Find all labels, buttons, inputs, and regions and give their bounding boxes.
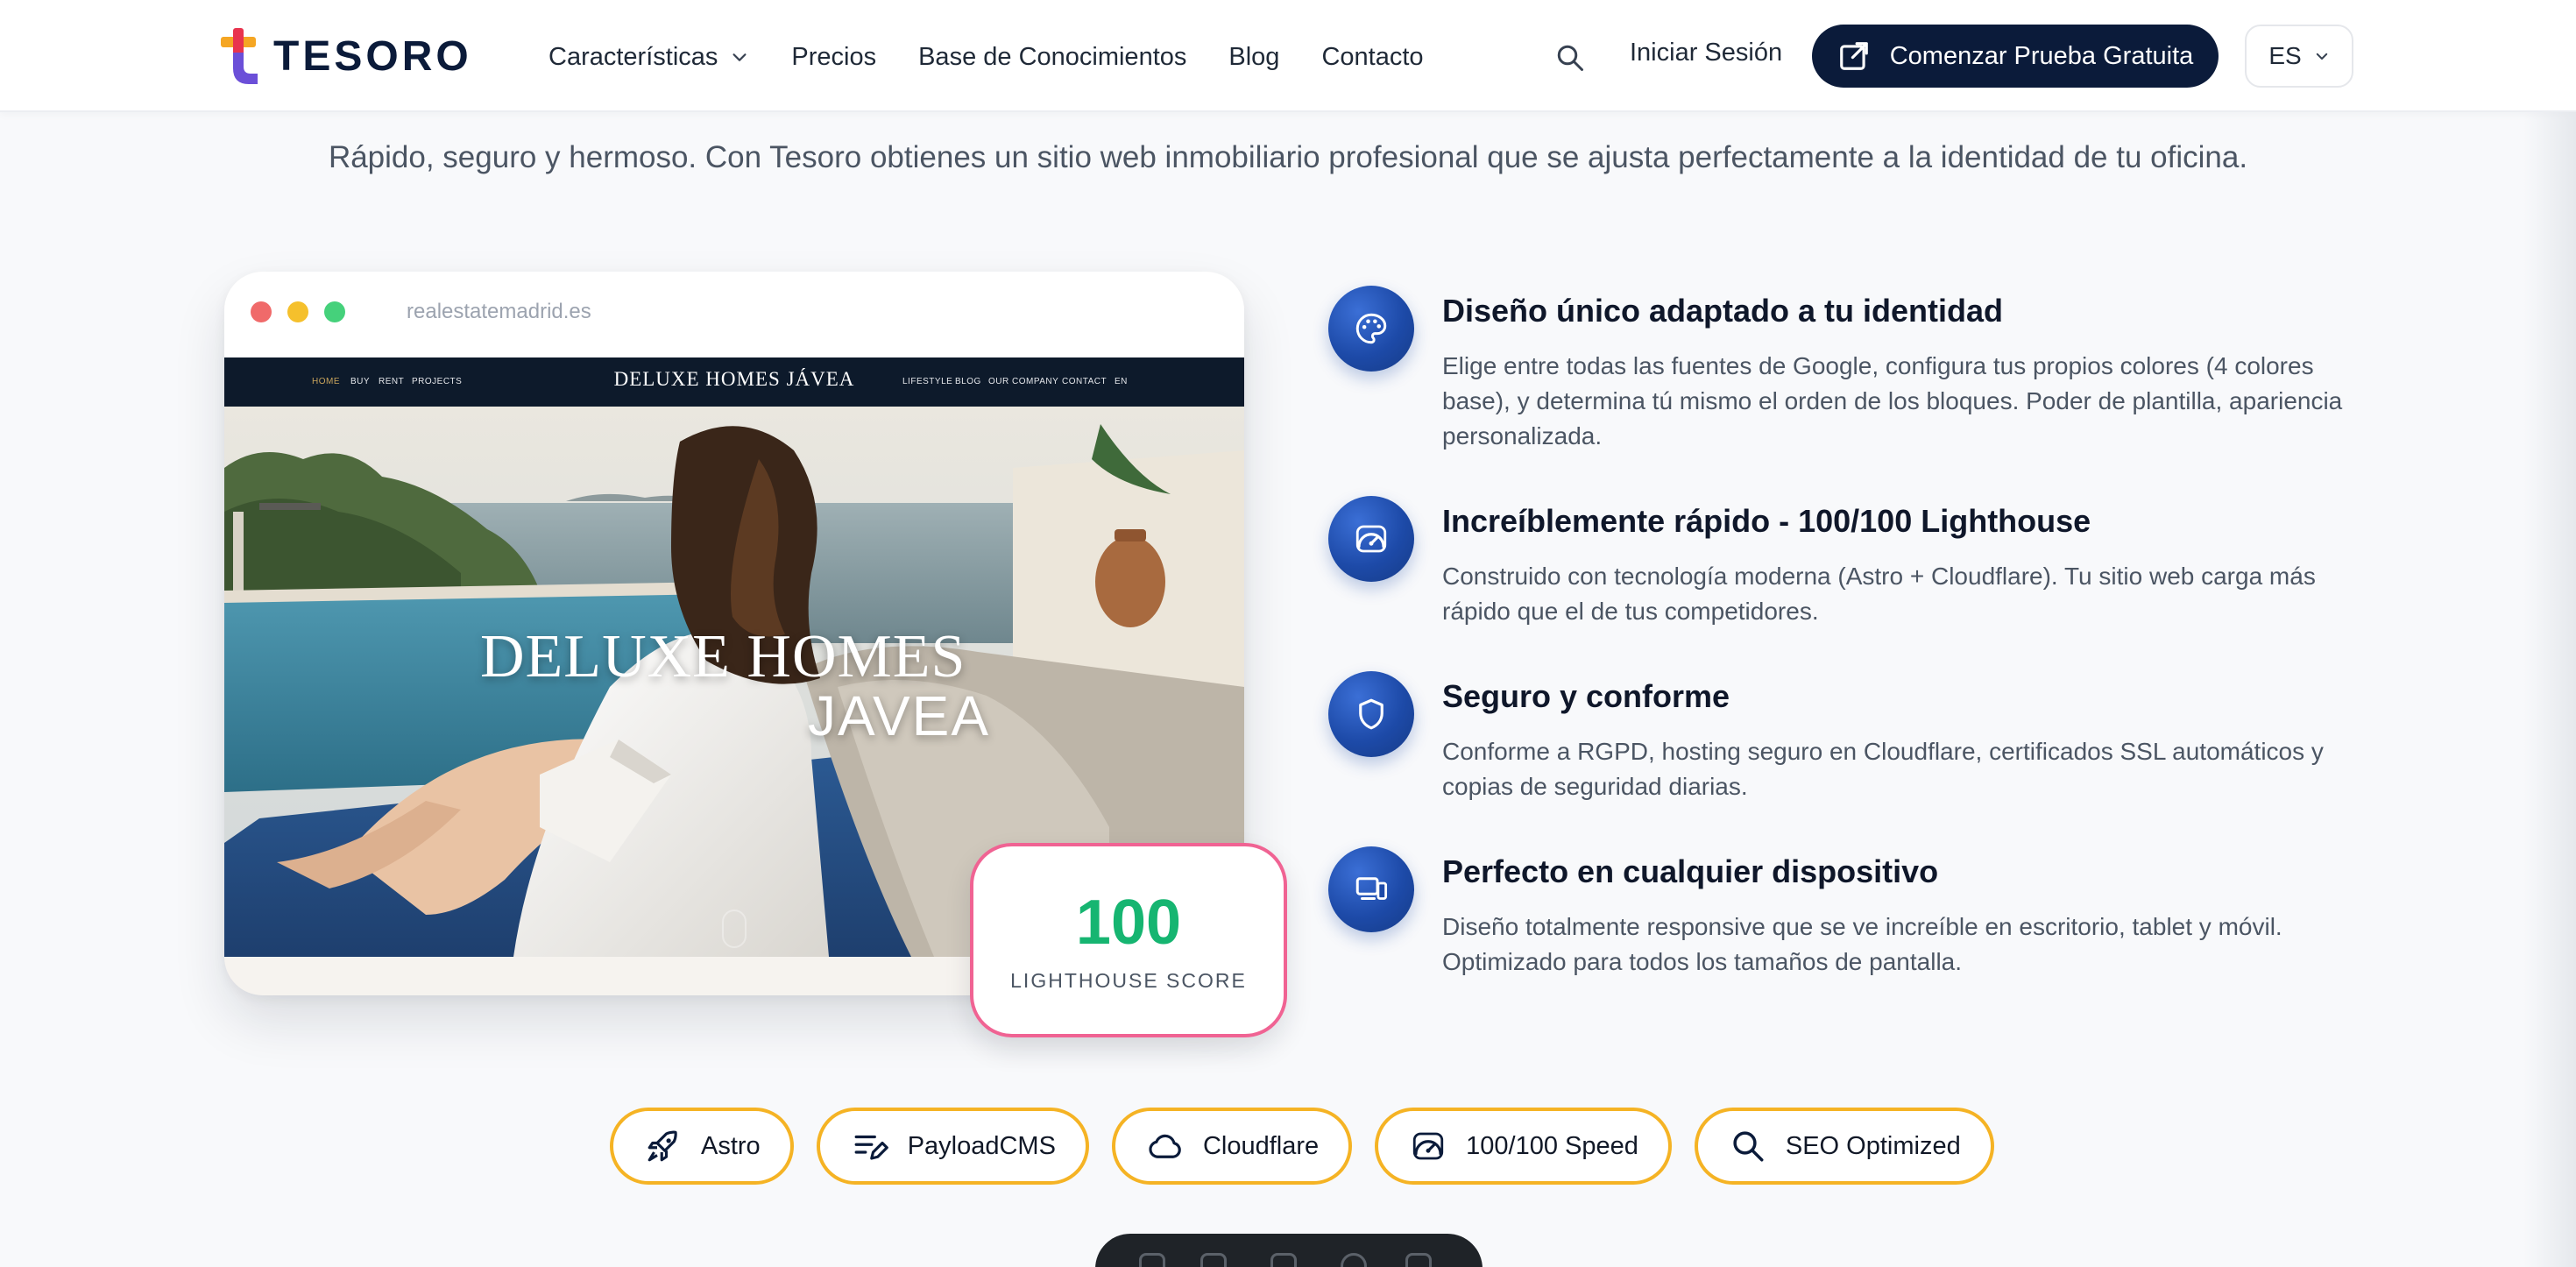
- preview-nav-lifestyle: LIFESTYLE: [902, 377, 953, 386]
- pill-astro: Astro: [610, 1108, 794, 1185]
- preview-hero-subtitle: JAVEA: [808, 684, 990, 747]
- chevron-down-icon: [2316, 53, 2327, 60]
- toolbar-icon: [1200, 1253, 1227, 1267]
- external-link-icon: [1839, 42, 1868, 70]
- pill-cloudflare: Cloudflare: [1111, 1108, 1353, 1185]
- chevron-down-icon: [732, 53, 747, 61]
- feature-title: Diseño único adaptado a tu identidad: [1442, 293, 2004, 329]
- rocket-icon: [648, 1130, 677, 1162]
- feature-description: Diseño totalmente responsive que se ve i…: [1442, 913, 2282, 975]
- start-free-trial-button[interactable]: Comenzar Prueba Gratuita: [1812, 25, 2219, 88]
- preview-nav-blog: BLOG: [955, 377, 981, 386]
- nav-precios[interactable]: Precios: [791, 43, 876, 72]
- feature-icon-badge: [1328, 286, 1414, 372]
- tesoro-logo-mark: [221, 28, 258, 84]
- toolbar-icon: [1341, 1253, 1367, 1267]
- pill-payloadcms: PayloadCMS: [816, 1108, 1089, 1185]
- lighthouse-score-card: 100 LIGHTHOUSE SCORE: [970, 843, 1287, 1037]
- shield-icon: [1359, 698, 1384, 730]
- devices-icon: [1355, 877, 1388, 900]
- speedometer-icon: [1412, 1132, 1444, 1160]
- window-close-dot: [251, 301, 272, 322]
- pill-label: 100/100 Speed: [1466, 1131, 1638, 1160]
- pill-speed: 100/100 Speed: [1375, 1108, 1672, 1185]
- window-minimize-dot: [287, 301, 308, 322]
- scroll-down-icon: [722, 910, 747, 948]
- preview-site-nav: HOME BUY RENT PROJECTS DELUXE HOMES JÁVE…: [224, 357, 1244, 407]
- feature-description: Conforme a RGPD, hosting seguro en Cloud…: [1442, 738, 2324, 800]
- feature-icon-badge: [1328, 671, 1414, 757]
- nav-item-label: Blog: [1228, 42, 1280, 71]
- preview-nav-contact: CONTACT: [1062, 377, 1108, 386]
- intro-text: Rápido, seguro y hermoso. Con Tesoro obt…: [328, 140, 2248, 174]
- palette-icon: [1355, 313, 1387, 344]
- page-edge-shadow: [2523, 112, 2576, 1267]
- nav-blog[interactable]: Blog: [1228, 43, 1279, 72]
- feature-description: Construido con tecnología moderna (Astro…: [1442, 563, 2316, 625]
- nav-item-label: Características: [548, 42, 718, 71]
- feature-title: Seguro y conforme: [1442, 678, 1730, 714]
- toolbar-icon: [1139, 1253, 1165, 1267]
- preview-nav-language: EN: [1115, 377, 1128, 386]
- bottom-toolbar-preview: [1095, 1234, 1483, 1267]
- language-selector[interactable]: ES: [2245, 25, 2353, 88]
- nav-caracteristicas[interactable]: Características: [548, 43, 749, 72]
- window-maximize-dot: [324, 301, 345, 322]
- login-link[interactable]: Iniciar Sesión: [1630, 39, 1782, 67]
- preview-hero-title: DELUXE HOMES: [480, 623, 966, 690]
- nav-item-label: Base de Conocimientos: [918, 42, 1187, 71]
- lighthouse-score-value: 100: [1075, 888, 1182, 958]
- toolbar-icon: [1405, 1253, 1432, 1267]
- toolbar-icon: [1270, 1253, 1297, 1267]
- feature-icon-badge: [1328, 846, 1414, 932]
- nav-item-label: Contacto: [1321, 42, 1424, 71]
- speedometer-icon: [1355, 525, 1387, 553]
- nav-item-label: Precios: [791, 42, 877, 71]
- cloud-icon: [1149, 1134, 1181, 1158]
- cta-label: Comenzar Prueba Gratuita: [1889, 41, 2194, 70]
- browser-toolbar: realestatemadrid.es: [224, 272, 1244, 357]
- language-label: ES: [2268, 42, 2302, 69]
- tesoro-logo[interactable]: TESORO: [221, 26, 472, 86]
- logo-text: TESORO: [273, 32, 472, 80]
- nav-base-conocimientos[interactable]: Base de Conocimientos: [918, 43, 1186, 72]
- preview-nav-company: OUR COMPANY: [988, 377, 1059, 386]
- tech-stack-pills: Astro PayloadCMS Cloudflare 100/100 Spee…: [610, 1108, 1994, 1185]
- pill-label: PayloadCMS: [907, 1131, 1056, 1160]
- site-header: TESORO Características Precios Base de C…: [0, 0, 2576, 112]
- pill-label: Astro: [701, 1131, 761, 1160]
- search-icon: [1733, 1131, 1764, 1162]
- browser-url: realestatemadrid.es: [407, 300, 591, 323]
- feature-title: Increíblemente rápido - 100/100 Lighthou…: [1442, 503, 2091, 539]
- pill-label: SEO Optimized: [1785, 1131, 1961, 1160]
- search-icon[interactable]: [1554, 42, 1586, 74]
- nav-contacto[interactable]: Contacto: [1321, 43, 1423, 72]
- lighthouse-score-label: LIGHTHOUSE SCORE: [1010, 969, 1247, 992]
- feature-description: Elige entre todas las fuentes de Google,…: [1442, 352, 2343, 449]
- edit-list-icon: [854, 1135, 888, 1160]
- feature-title: Perfecto en cualquier dispositivo: [1442, 853, 1939, 889]
- feature-icon-badge: [1328, 496, 1414, 582]
- pill-seo: SEO Optimized: [1694, 1108, 1994, 1185]
- main-nav: Características Precios Base de Conocimi…: [548, 35, 1424, 79]
- pill-label: Cloudflare: [1202, 1131, 1320, 1160]
